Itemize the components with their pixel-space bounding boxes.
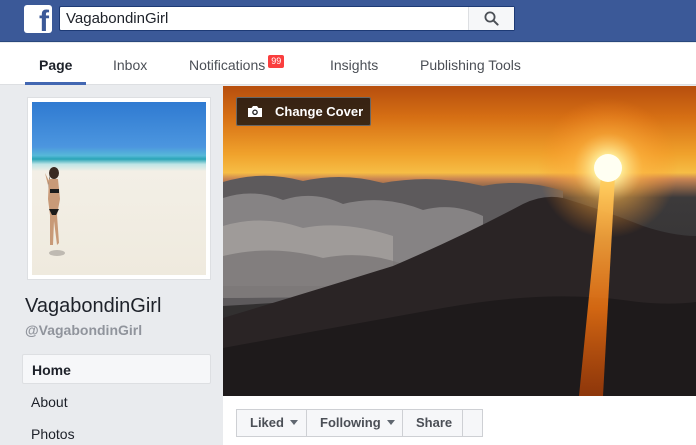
change-cover-button[interactable]: Change Cover [236,97,371,126]
top-navigation-bar: f [0,0,696,42]
page-name[interactable]: VagabondinGirl [25,295,161,318]
tab-publishing-tools[interactable]: Publishing Tools [420,43,521,85]
chevron-down-icon [289,420,298,425]
left-column: VagabondinGirl @VagabondinGirl Home Abou… [0,86,223,445]
search-box [59,6,515,31]
tab-notifications[interactable]: Notifications 99 [189,43,285,85]
liked-button[interactable]: Liked [236,409,307,437]
tab-inbox[interactable]: Inbox [113,43,147,85]
notification-badge: 99 [268,55,285,68]
search-icon [484,11,499,26]
profile-photo [32,102,206,275]
page-action-bar: Liked Following Share [223,396,696,445]
sidebar-item-home[interactable]: Home [22,354,211,384]
following-button[interactable]: Following [306,409,403,437]
facebook-logo[interactable]: f [24,5,52,33]
camera-icon [248,106,262,117]
chevron-down-icon [386,420,395,425]
person-figure [45,167,65,256]
search-input[interactable] [66,9,466,28]
more-options-button[interactable] [462,409,483,437]
page-handle[interactable]: @VagabondinGirl [25,322,142,338]
share-button[interactable]: Share [402,409,463,437]
tab-insights[interactable]: Insights [330,43,378,85]
cover-photo[interactable]: Change Cover [223,86,696,396]
sunset-scene [223,98,696,396]
sidebar-item-about[interactable]: About [22,387,211,417]
page-tabs: Page Inbox Notifications 99 Insights Publ… [0,43,696,85]
tab-page[interactable]: Page [24,43,88,85]
profile-picture[interactable] [27,97,211,280]
search-button[interactable] [468,7,514,30]
sidebar-item-photos[interactable]: Photos [22,419,211,445]
